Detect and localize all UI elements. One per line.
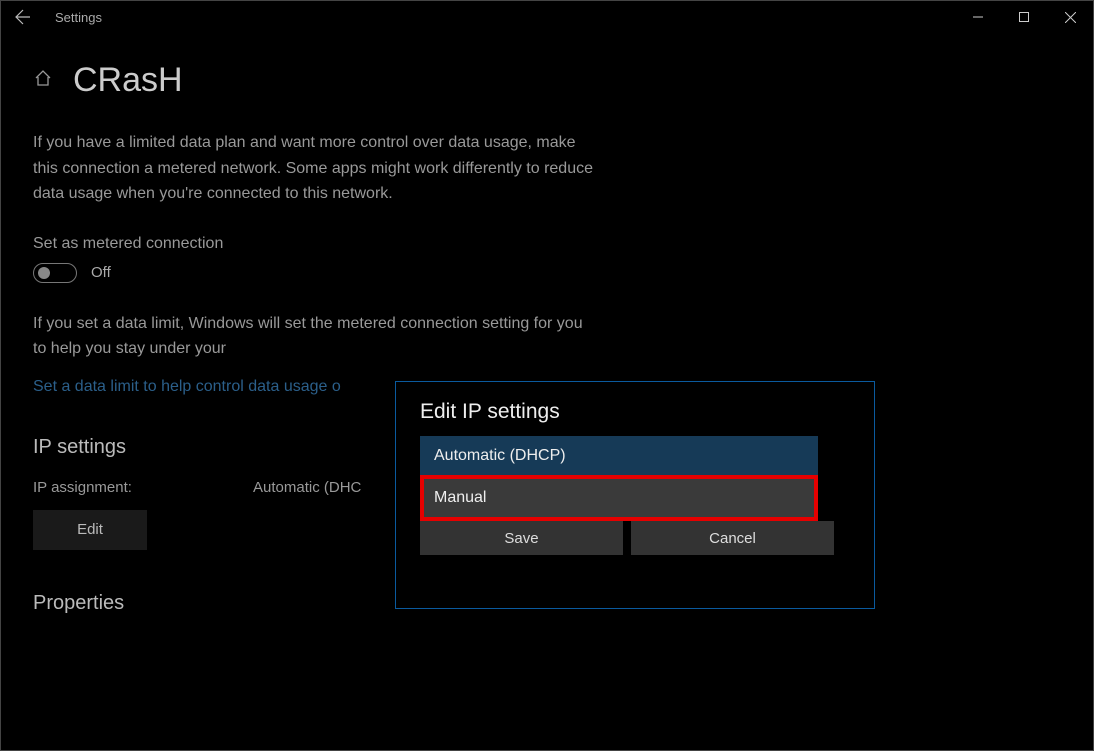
toggle-knob (38, 267, 50, 279)
maximize-button[interactable] (1001, 1, 1047, 33)
metered-toggle[interactable] (33, 263, 77, 283)
window-controls (955, 1, 1093, 33)
dialog-button-row: Save Cancel (420, 521, 834, 555)
option-manual-label: Manual (434, 489, 486, 507)
titlebar-left: Settings (9, 3, 102, 31)
data-limit-info: If you set a data limit, Windows will se… (33, 311, 593, 362)
metered-label: Set as metered connection (33, 235, 1061, 253)
cancel-button[interactable]: Cancel (631, 521, 834, 555)
close-icon (1065, 12, 1076, 23)
home-icon (33, 68, 53, 93)
save-button[interactable]: Save (420, 521, 623, 555)
edit-button[interactable]: Edit (33, 510, 147, 550)
minimize-icon (973, 12, 983, 22)
app-title: Settings (55, 10, 102, 25)
page-header: CRasH (33, 61, 1061, 100)
titlebar: Settings (1, 1, 1093, 33)
ip-assignment-value: Automatic (DHC (253, 479, 361, 496)
ip-mode-dropdown[interactable]: Automatic (DHCP) Manual (420, 436, 818, 521)
option-automatic-dhcp[interactable]: Automatic (DHCP) (420, 436, 818, 475)
back-arrow-icon (15, 9, 31, 25)
settings-window: Settings CRasH If you have a limited dat… (0, 0, 1094, 751)
maximize-icon (1019, 12, 1029, 22)
option-manual-highlight: Manual (420, 475, 818, 521)
close-button[interactable] (1047, 1, 1093, 33)
metered-toggle-row: Off (33, 263, 1061, 283)
edit-ip-dialog: Edit IP settings Automatic (DHCP) Manual… (395, 381, 875, 609)
minimize-button[interactable] (955, 1, 1001, 33)
save-button-label: Save (504, 530, 538, 547)
ip-assignment-label: IP assignment: (33, 479, 173, 496)
cancel-button-label: Cancel (709, 530, 756, 547)
option-manual[interactable]: Manual (424, 479, 814, 517)
back-button[interactable] (9, 3, 37, 31)
metered-toggle-state: Off (91, 264, 111, 281)
edit-button-label: Edit (77, 521, 103, 538)
dialog-title: Edit IP settings (420, 400, 850, 424)
page-title: CRasH (73, 61, 183, 100)
metered-description: If you have a limited data plan and want… (33, 130, 593, 207)
option-automatic-label: Automatic (DHCP) (434, 447, 566, 465)
